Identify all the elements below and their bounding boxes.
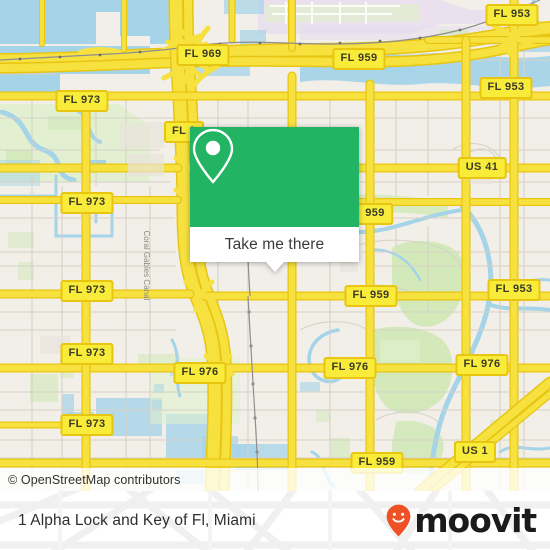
- road-shield: FL 953: [479, 77, 533, 99]
- moovit-location-card: .w { fill:#a5d3e8; } .wl { stroke:#a5d3e…: [0, 0, 550, 550]
- road-shield: FL 973: [55, 90, 109, 112]
- take-me-there-button[interactable]: Take me there: [190, 227, 359, 272]
- map-attribution[interactable]: © OpenStreetMap contributors: [0, 468, 550, 491]
- road-shield: FL 973: [60, 343, 114, 365]
- location-popup[interactable]: Take me there: [190, 127, 359, 272]
- road-shield: FL 959: [332, 48, 386, 70]
- road-shield: FL 973: [60, 414, 114, 436]
- moovit-logo[interactable]: moovit: [386, 491, 537, 550]
- street-label-coral-gables-canal: Coral Gables Canal: [142, 230, 152, 301]
- road-shield: FL 976: [455, 354, 509, 376]
- moovit-smiley-pin-icon: [386, 504, 411, 537]
- road-shield: FL 969: [176, 44, 230, 66]
- road-shield: FL 973: [60, 280, 114, 302]
- footer-bar: 1 Alpha Lock and Key of Fl, Miami moovit: [0, 491, 550, 550]
- road-shield: US 41: [457, 157, 507, 179]
- map-canvas[interactable]: .w { fill:#a5d3e8; } .wl { stroke:#a5d3e…: [0, 0, 550, 491]
- road-shield: FL 953: [485, 4, 539, 26]
- location-pin-icon: [192, 128, 234, 184]
- road-shield: FL 976: [323, 357, 377, 379]
- road-shield: US 1: [453, 441, 497, 463]
- popup-pointer: [265, 262, 284, 272]
- attribution-label: © OpenStreetMap contributors: [8, 472, 181, 487]
- road-shield: FL 953: [487, 279, 541, 301]
- place-title: 1 Alpha Lock and Key of Fl, Miami: [18, 491, 256, 550]
- place-title-text: 1 Alpha Lock and Key of Fl, Miami: [18, 511, 256, 529]
- road-shield: FL 976: [173, 362, 227, 384]
- road-shield: FL 973: [60, 192, 114, 214]
- road-shield: 959: [357, 203, 393, 225]
- take-me-there-label: Take me there: [224, 235, 325, 253]
- popup-image-area: [190, 127, 359, 227]
- road-shield: FL 959: [344, 285, 398, 307]
- moovit-wordmark: moovit: [414, 501, 537, 540]
